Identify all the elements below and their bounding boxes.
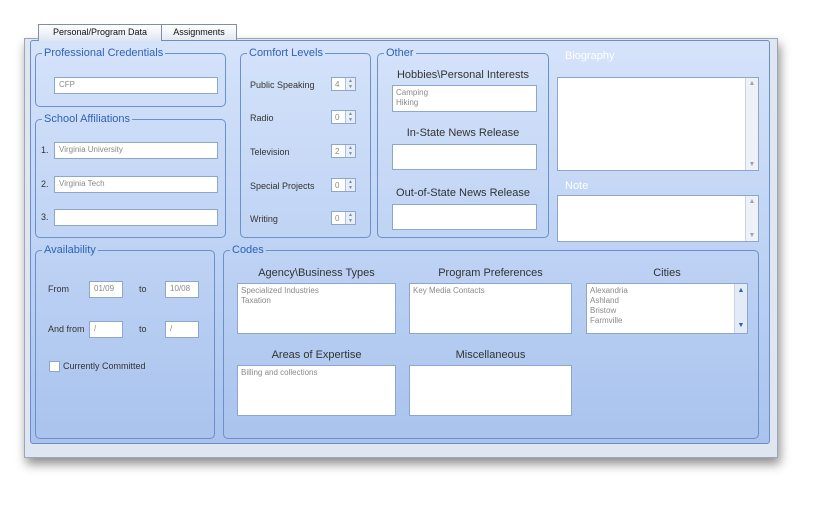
and-from-date-field[interactable]: / <box>89 321 123 338</box>
scroll-up-icon[interactable]: ▲ <box>746 80 758 87</box>
cities-list[interactable]: Alexandria Ashland Bristow Farmville ▲ ▼ <box>586 283 748 334</box>
list-item[interactable]: Specialized Industries <box>241 286 392 296</box>
list-item[interactable]: Hiking <box>396 98 533 108</box>
scroll-up-icon[interactable]: ▲ <box>746 198 758 205</box>
outofstate-news-label: Out-of-State News Release <box>396 187 530 199</box>
special-projects-value: 0 <box>335 181 340 190</box>
hobbies-label: Hobbies\Personal Interests <box>396 69 530 81</box>
comfort-levels-group: Comfort Levels <box>240 47 371 238</box>
school-affiliation-3-field[interactable] <box>54 209 218 226</box>
program-preferences-list[interactable]: Key Media Contacts <box>409 283 572 334</box>
to2-date-field[interactable]: / <box>165 321 199 338</box>
note-label: Note <box>565 180 589 192</box>
biography-textarea[interactable]: ▲ ▼ <box>557 77 759 171</box>
codes-legend: Codes <box>232 244 264 256</box>
miscellaneous-list[interactable] <box>409 365 572 416</box>
to-label: to <box>139 284 147 294</box>
comfort-label-special-projects: Special Projects <box>250 181 315 191</box>
list-item[interactable]: Taxation <box>241 296 392 306</box>
spin-arrows-icon[interactable]: ▲ ▼ <box>345 145 355 157</box>
miscellaneous-label: Miscellaneous <box>455 349 526 361</box>
writing-value: 0 <box>335 214 340 223</box>
cities-label: Cities <box>653 267 681 279</box>
areas-of-expertise-list[interactable]: Billing and collections <box>237 365 396 416</box>
cities-scrollbar[interactable]: ▲ ▼ <box>734 284 747 333</box>
instate-news-field[interactable] <box>392 144 537 170</box>
scroll-down-icon[interactable]: ▼ <box>746 161 758 168</box>
agency-business-types-label: Agency\Business Types <box>258 267 375 279</box>
tab-personal-program-data[interactable]: Personal/Program Data <box>38 24 162 41</box>
note-textarea[interactable]: ▲ ▼ <box>557 195 759 242</box>
hobbies-list[interactable]: Camping Hiking <box>392 85 537 112</box>
areas-of-expertise-label: Areas of Expertise <box>271 349 362 361</box>
comfort-label-writing: Writing <box>250 214 278 224</box>
television-stepper[interactable]: 2 ▲ ▼ <box>331 144 356 158</box>
list-item[interactable]: Key Media Contacts <box>413 286 568 296</box>
availability-legend: Availability <box>44 244 96 256</box>
spin-arrows-icon[interactable]: ▲ ▼ <box>345 78 355 90</box>
currently-committed-label: Currently Committed <box>63 361 146 371</box>
credentials-field[interactable]: CFP <box>54 77 218 94</box>
comfort-label-radio: Radio <box>250 113 274 123</box>
list-item[interactable]: Billing and collections <box>241 368 392 378</box>
school-row-3-number: 3. <box>41 212 49 222</box>
list-item[interactable]: Camping <box>396 88 533 98</box>
radio-stepper[interactable]: 0 ▲ ▼ <box>331 110 356 124</box>
outofstate-news-field[interactable] <box>392 204 537 230</box>
biography-scrollbar[interactable]: ▲ ▼ <box>745 78 758 170</box>
professional-credentials-legend: Professional Credentials <box>44 47 164 59</box>
comfort-label-television: Television <box>250 147 290 157</box>
availability-group: Availability <box>35 244 215 439</box>
school-affiliation-1-field[interactable]: Virginia University <box>54 142 218 159</box>
to-date-field[interactable]: 10/08 <box>165 281 199 298</box>
and-from-label: And from <box>48 324 85 334</box>
school-affiliation-2-field[interactable]: Virginia Tech <box>54 176 218 193</box>
scroll-down-icon[interactable]: ▼ <box>746 232 758 239</box>
spin-arrows-icon[interactable]: ▲ ▼ <box>345 212 355 224</box>
from-label: From <box>48 284 69 294</box>
currently-committed-checkbox[interactable] <box>49 361 60 372</box>
tab-assignments[interactable]: Assignments <box>161 24 237 40</box>
tab-panel: Professional Credentials CFP School Affi… <box>30 40 770 444</box>
list-item[interactable]: Ashland <box>590 296 744 306</box>
program-preferences-label: Program Preferences <box>438 267 543 279</box>
comfort-label-public-speaking: Public Speaking <box>250 80 315 90</box>
spin-arrows-icon[interactable]: ▲ ▼ <box>345 179 355 191</box>
scroll-up-icon[interactable]: ▲ <box>735 286 747 296</box>
scroll-down-icon[interactable]: ▼ <box>735 321 747 331</box>
instate-news-label: In-State News Release <box>406 127 520 139</box>
school-affiliations-legend: School Affiliations <box>44 113 131 125</box>
to2-label: to <box>139 324 147 334</box>
school-row-2-number: 2. <box>41 179 49 189</box>
school-row-1-number: 1. <box>41 145 49 155</box>
note-scrollbar[interactable]: ▲ ▼ <box>745 196 758 241</box>
list-item[interactable]: Alexandria <box>590 286 744 296</box>
spin-arrows-icon[interactable]: ▲ ▼ <box>345 111 355 123</box>
from-date-field[interactable]: 01/09 <box>89 281 123 298</box>
list-item[interactable]: Farmville <box>590 316 744 326</box>
other-legend: Other <box>386 47 414 59</box>
public-speaking-value: 4 <box>335 80 340 89</box>
comfort-levels-legend: Comfort Levels <box>249 47 323 59</box>
special-projects-stepper[interactable]: 0 ▲ ▼ <box>331 178 356 192</box>
television-value: 2 <box>335 147 340 156</box>
radio-value: 0 <box>335 113 340 122</box>
biography-label: Biography <box>565 50 615 62</box>
public-speaking-stepper[interactable]: 4 ▲ ▼ <box>331 77 356 91</box>
writing-stepper[interactable]: 0 ▲ ▼ <box>331 211 356 225</box>
list-item[interactable]: Bristow <box>590 306 744 316</box>
agency-business-types-list[interactable]: Specialized Industries Taxation <box>237 283 396 334</box>
